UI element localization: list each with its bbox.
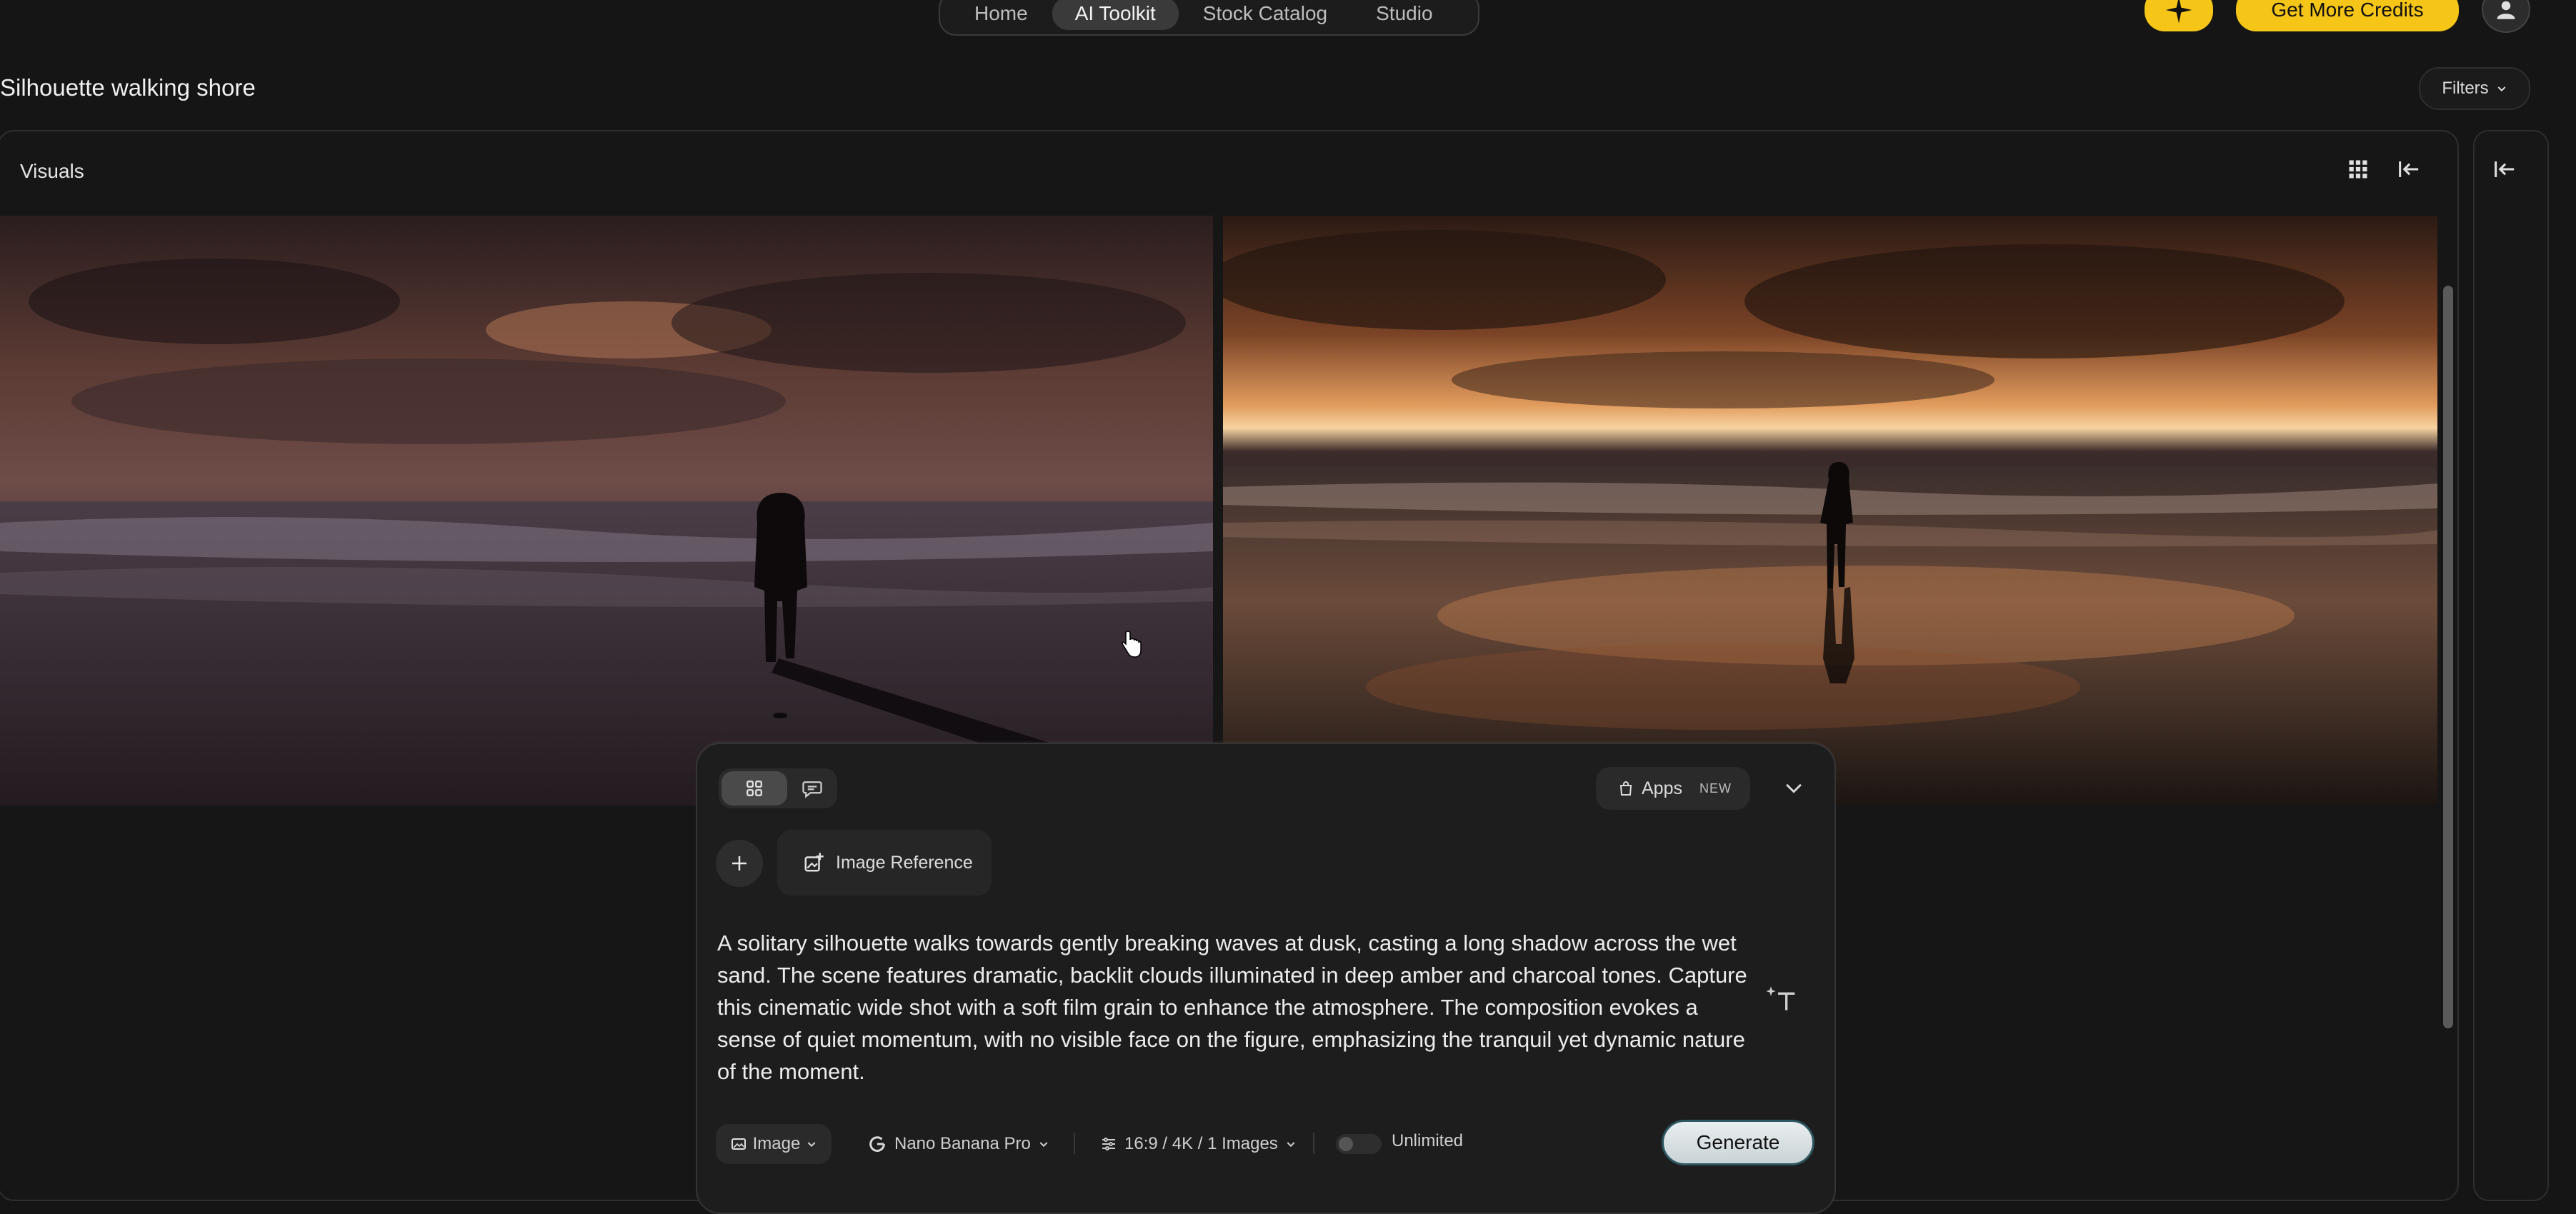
add-button[interactable]	[716, 840, 763, 887]
sliders-icon	[1102, 1138, 1115, 1150]
tab-studio[interactable]: Studio	[1352, 0, 1457, 30]
top-nav: Home AI Toolkit Stock Catalog Studio	[939, 0, 1479, 36]
enhance-text-icon[interactable]	[1766, 984, 1797, 1016]
chevron-down-icon	[807, 1142, 816, 1148]
sparkle-icon	[2165, 0, 2192, 24]
chevron-down-icon	[2497, 86, 2506, 92]
settings-select[interactable]: 16:9 / 4K / 1 Images	[1100, 1124, 1297, 1164]
unlimited-label: Unlimited	[1392, 1131, 1464, 1150]
settings-label: 16:9 / 4K / 1 Images	[1124, 1134, 1278, 1153]
image-reference-label: Image Reference	[836, 852, 973, 873]
chat-icon	[802, 781, 822, 798]
google-g-icon	[869, 1136, 885, 1152]
expand-button[interactable]	[1782, 776, 1806, 803]
grid-icon	[747, 781, 762, 796]
grid-mode-button[interactable]	[722, 771, 787, 806]
new-badge: NEW	[1699, 781, 1732, 796]
prompt-textarea[interactable]: A solitary silhouette walks towards gent…	[717, 927, 1753, 1088]
plus-icon	[732, 856, 747, 871]
tab-home[interactable]: Home	[950, 0, 1052, 30]
chevron-down-icon	[1786, 783, 1802, 793]
right-rail	[2473, 130, 2549, 1201]
image-icon	[731, 1138, 746, 1150]
grid-view-icon[interactable]	[2347, 159, 2369, 184]
image-reference-button[interactable]: Image Reference	[777, 830, 992, 896]
chat-mode-button[interactable]	[790, 771, 834, 806]
chevron-down-icon	[1039, 1142, 1048, 1148]
generate-button[interactable]: Generate	[1662, 1120, 1814, 1165]
add-image-icon	[804, 853, 824, 872]
panel-label: Visuals	[20, 160, 84, 182]
type-select[interactable]: Image	[716, 1124, 832, 1164]
user-icon	[2497, 1, 2515, 19]
model-label: Nano Banana Pro	[894, 1134, 1031, 1153]
tab-stock-catalog[interactable]: Stock Catalog	[1179, 0, 1352, 30]
scrollbar-thumb[interactable]	[2443, 286, 2453, 1028]
filters-label: Filters	[2442, 79, 2489, 98]
generated-image-1[interactable]	[0, 216, 1213, 806]
filters-button[interactable]: Filters	[2419, 67, 2530, 110]
sparkle-button[interactable]	[2145, 0, 2213, 31]
apps-button[interactable]: Apps NEW	[1596, 767, 1750, 810]
toggle-knob	[1339, 1137, 1353, 1151]
collapse-panel-icon[interactable]	[2397, 159, 2422, 184]
collapse-rail-icon[interactable]	[2493, 159, 2517, 184]
generated-image-2[interactable]	[1223, 216, 2437, 806]
apps-label: Apps	[1642, 778, 1682, 798]
bag-icon	[1619, 781, 1632, 796]
page-title: Silhouette walking shore	[0, 74, 256, 101]
divider	[1074, 1133, 1075, 1154]
model-select[interactable]: Nano Banana Pro	[867, 1124, 1049, 1164]
mouse-cursor-icon	[1122, 630, 1142, 662]
chevron-down-icon	[1287, 1142, 1295, 1148]
divider	[1313, 1133, 1314, 1154]
avatar[interactable]	[2482, 0, 2530, 33]
tab-ai-toolkit[interactable]: AI Toolkit	[1052, 0, 1179, 30]
get-more-credits-button[interactable]: Get More Credits	[2236, 0, 2459, 31]
unlimited-toggle[interactable]	[1336, 1134, 1382, 1154]
type-label: Image	[752, 1134, 801, 1153]
